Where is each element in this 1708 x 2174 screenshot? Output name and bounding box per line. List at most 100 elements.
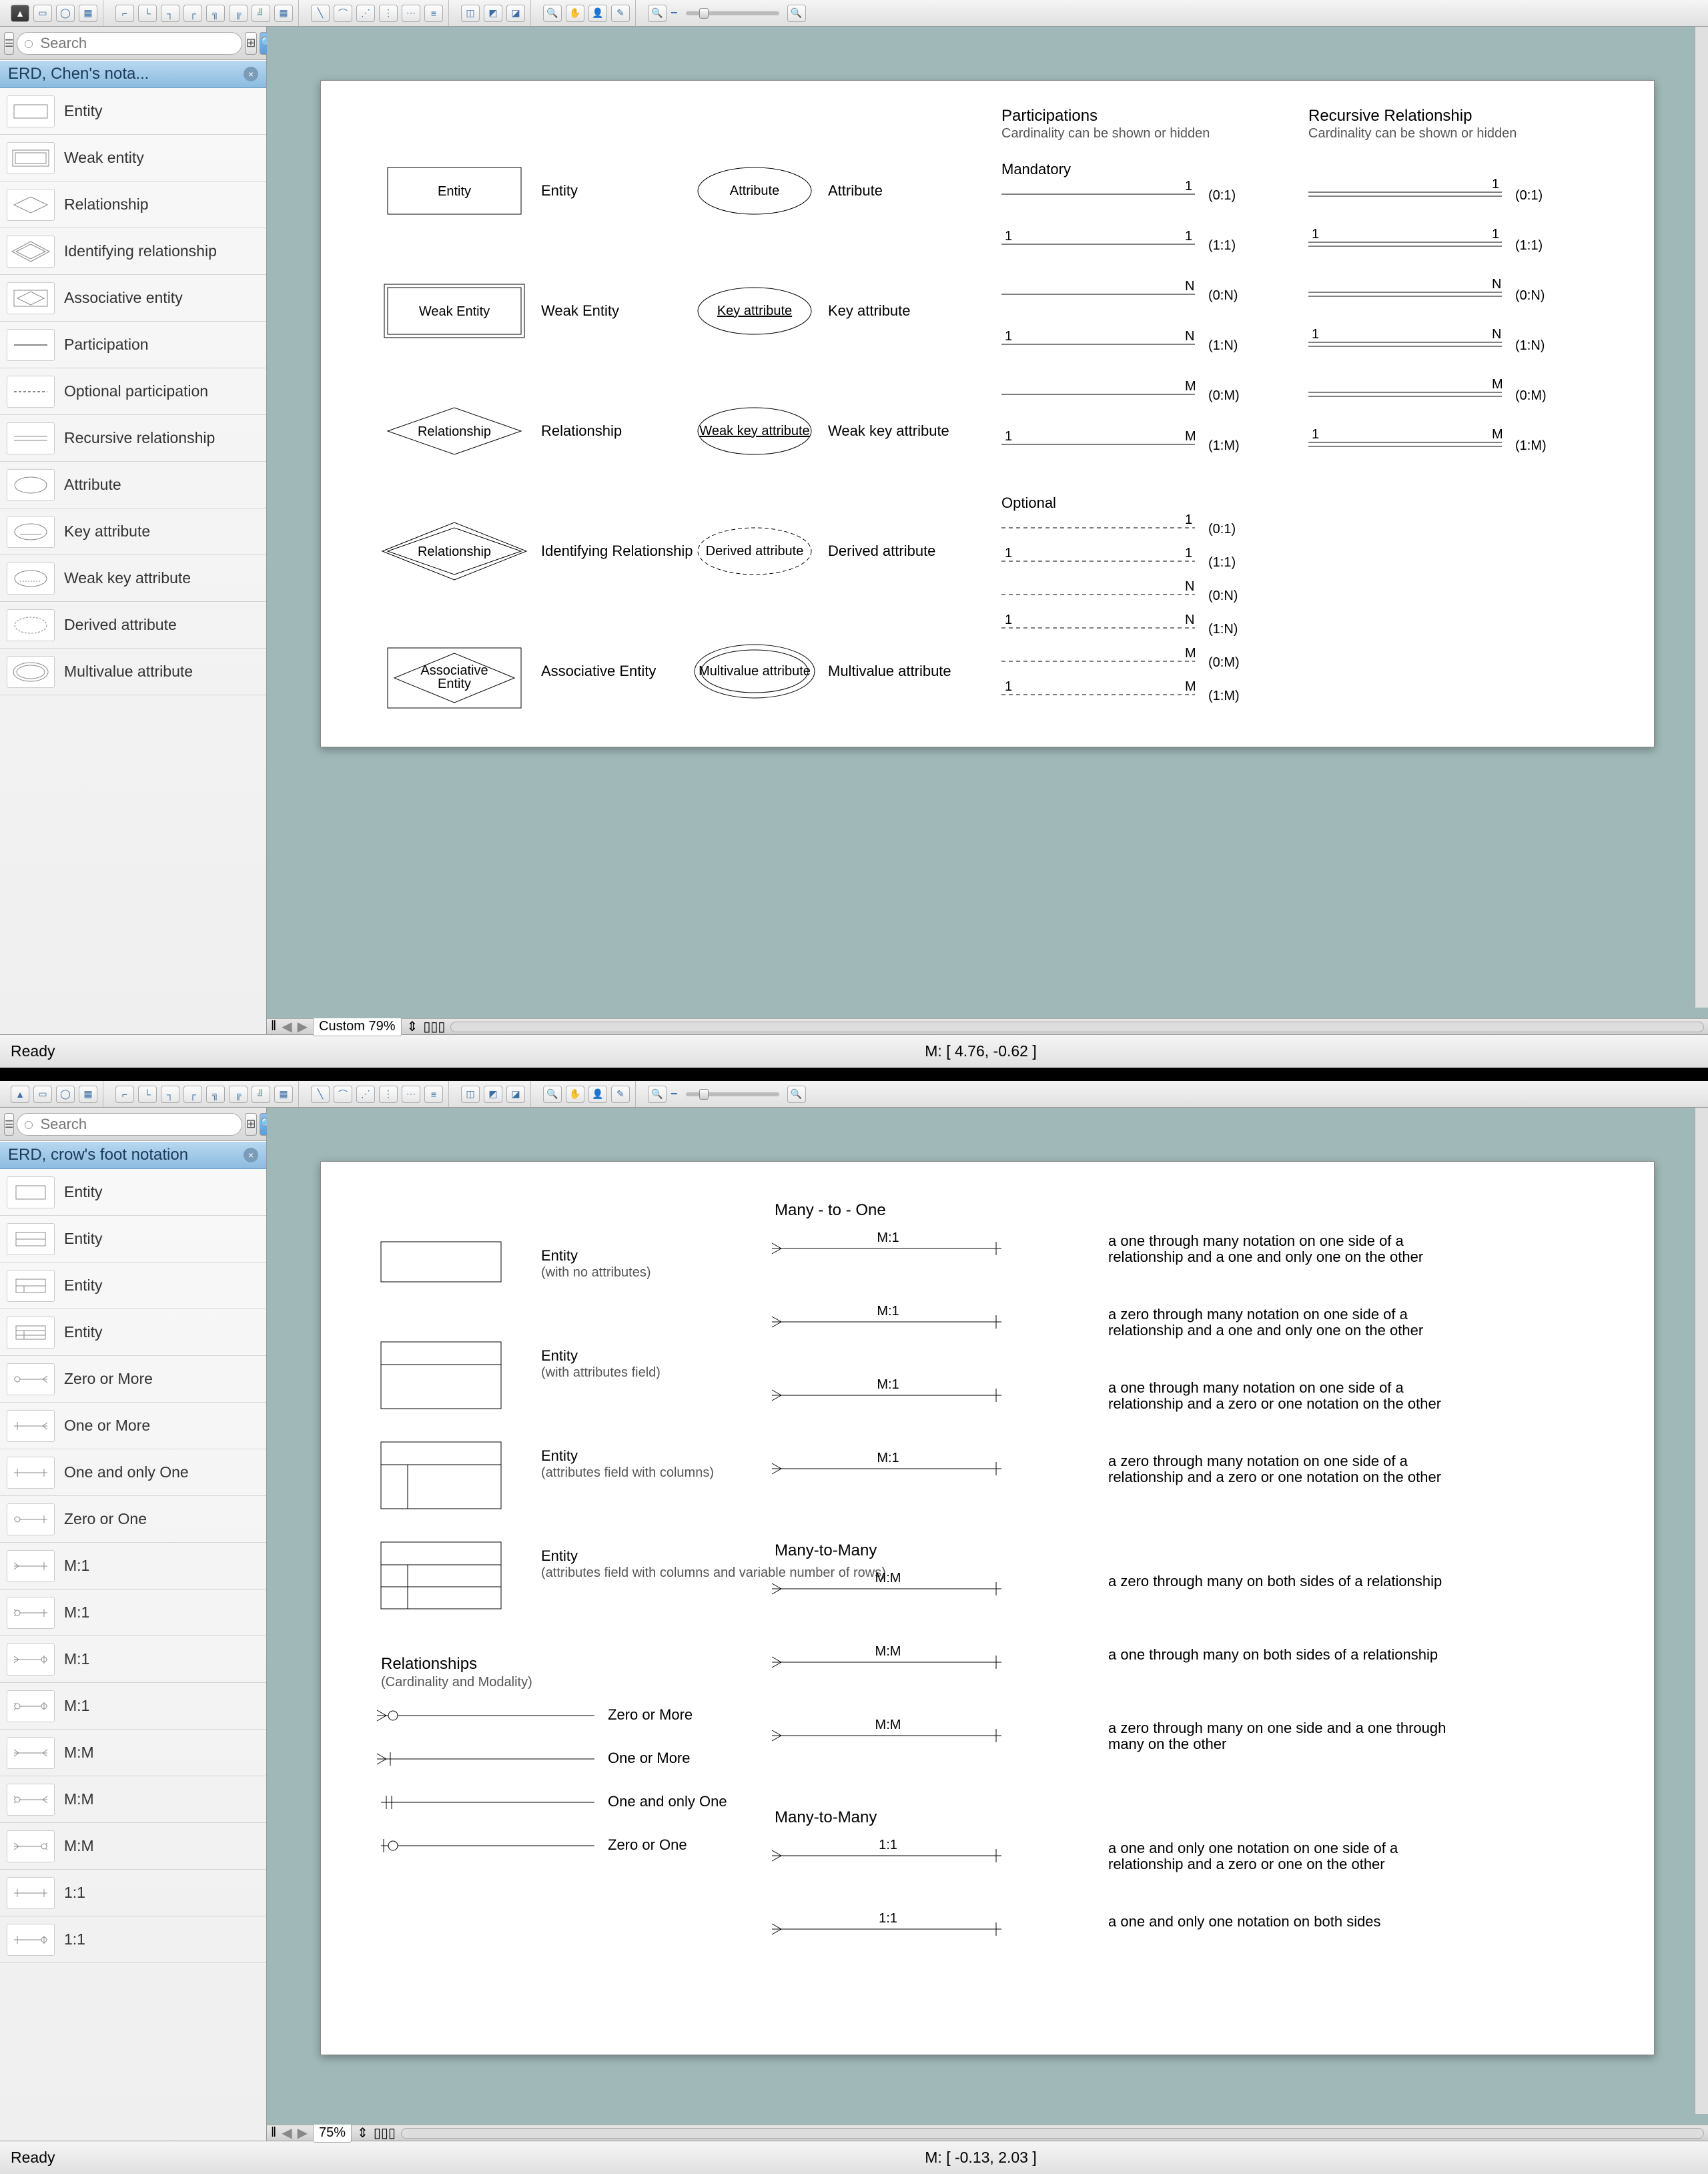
line-3[interactable]: ⋰	[356, 1086, 375, 1103]
stencil-item[interactable]: Entity	[0, 1262, 266, 1309]
stencil-item[interactable]: One and only One	[0, 1449, 266, 1496]
hand-tool[interactable]: ✋	[566, 1086, 584, 1103]
stencil-item[interactable]: M:M	[0, 1730, 266, 1776]
line-3[interactable]: ⋰	[356, 5, 375, 22]
connector-5[interactable]: ╗	[206, 1086, 225, 1103]
horizontal-scrollbar[interactable]	[450, 1022, 1704, 1032]
zoom-in[interactable]: 🔍	[787, 5, 806, 22]
vertical-scrollbar[interactable]	[1695, 27, 1708, 1008]
tree-toggle[interactable]: ☰	[4, 32, 14, 55]
group-2[interactable]: ◩	[484, 1086, 502, 1103]
stencil-item[interactable]: One or More	[0, 1403, 266, 1449]
line-2[interactable]: ⌒	[334, 5, 352, 22]
panel-header[interactable]: ERD, Chen's nota... ×	[0, 60, 266, 88]
line-1[interactable]: ╲	[311, 5, 330, 22]
table-tool[interactable]: ▦	[274, 1086, 293, 1103]
zoom-in[interactable]: 🔍	[787, 1086, 806, 1103]
panel-close-icon[interactable]: ×	[244, 1148, 258, 1162]
dropper-icon[interactable]: ✎	[611, 1086, 630, 1103]
user-icon[interactable]: 👤	[588, 1086, 607, 1103]
rect-tool[interactable]: ▭	[33, 5, 52, 22]
stencil-item[interactable]: M:1	[0, 1543, 266, 1589]
stencil-item[interactable]: Entity	[0, 1216, 266, 1262]
line-1[interactable]: ╲	[311, 1086, 330, 1103]
zoom-out[interactable]: 🔍	[648, 5, 667, 22]
hand-tool[interactable]: ✋	[566, 5, 584, 22]
connector-6[interactable]: ╔	[229, 1086, 248, 1103]
tree-toggle[interactable]: ☰	[4, 1113, 14, 1136]
connector-1[interactable]: ⌐	[115, 5, 134, 22]
line-2[interactable]: ⌒	[334, 1086, 352, 1103]
connector-5[interactable]: ╗	[206, 5, 225, 22]
search-input[interactable]	[17, 1113, 242, 1136]
canvas-page[interactable]: EntityEntityWeak EntityWeak EntityRelati…	[320, 80, 1655, 747]
connector-7[interactable]: ╝	[252, 5, 270, 22]
stencil-item[interactable]: M:M	[0, 1823, 266, 1870]
panel-header[interactable]: ERD, crow's foot notation ×	[0, 1141, 266, 1169]
connector-3[interactable]: ┐	[161, 5, 179, 22]
rect-tool[interactable]: ▭	[33, 1086, 52, 1103]
line-4[interactable]: ⋮	[379, 1086, 398, 1103]
hscroll-left[interactable]: ◀	[282, 1018, 292, 1035]
connector-7[interactable]: ╝	[252, 1086, 270, 1103]
hscroll-left[interactable]: ◀	[282, 2125, 292, 2141]
stencil-item[interactable]: Relationship	[0, 182, 266, 228]
line-6[interactable]: ≡	[424, 1086, 443, 1103]
text-tool[interactable]: ▦	[79, 5, 97, 22]
stencil-item[interactable]: M:1	[0, 1683, 266, 1730]
line-5[interactable]: ⋯	[402, 5, 420, 22]
user-icon[interactable]: 👤	[588, 5, 607, 22]
stencil-item[interactable]: Zero or One	[0, 1496, 266, 1543]
grid-view[interactable]: ⊞	[245, 32, 256, 55]
stencil-item[interactable]: Attribute	[0, 462, 266, 508]
stencil-item[interactable]: Weak entity	[0, 135, 266, 182]
stencil-item[interactable]: Zero or More	[0, 1356, 266, 1403]
connector-3[interactable]: ┐	[161, 1086, 179, 1103]
group-3[interactable]: ◪	[506, 1086, 525, 1103]
stencil-item[interactable]: Multivalue attribute	[0, 649, 266, 695]
stencil-item[interactable]: Recursive relationship	[0, 415, 266, 462]
stencil-item[interactable]: M:M	[0, 1776, 266, 1823]
stencil-item[interactable]: Associative entity	[0, 275, 266, 322]
group-3[interactable]: ◪	[506, 5, 525, 22]
stencil-item[interactable]: 1:1	[0, 1916, 266, 1963]
connector-6[interactable]: ╔	[229, 5, 248, 22]
grid-view[interactable]: ⊞	[245, 1113, 256, 1136]
table-tool[interactable]: ▦	[274, 5, 293, 22]
group-1[interactable]: ◫	[461, 5, 480, 22]
line-6[interactable]: ≡	[424, 5, 443, 22]
group-1[interactable]: ◫	[461, 1086, 480, 1103]
connector-4[interactable]: ┌	[183, 1086, 202, 1103]
hscroll-right[interactable]: ▶	[298, 2125, 308, 2141]
stencil-item[interactable]: Participation	[0, 322, 266, 368]
text-tool[interactable]: ▦	[79, 1086, 97, 1103]
connector-4[interactable]: ┌	[183, 5, 202, 22]
ellipse-tool[interactable]: ◯	[56, 5, 75, 22]
zoom-out[interactable]: 🔍	[648, 1086, 667, 1103]
stencil-item[interactable]: Identifying relationship	[0, 228, 266, 275]
group-2[interactable]: ◩	[484, 5, 502, 22]
zoom-slider[interactable]	[686, 1092, 779, 1096]
connector-2[interactable]: └	[138, 1086, 157, 1103]
stencil-item[interactable]: Entity	[0, 1169, 266, 1216]
canvas-page[interactable]: Entity(with no attributes)Entity(with at…	[320, 1161, 1655, 2055]
stencil-item[interactable]: Derived attribute	[0, 602, 266, 649]
line-4[interactable]: ⋮	[379, 5, 398, 22]
zoom-display[interactable]: Custom 79%	[313, 1017, 402, 1036]
connector-2[interactable]: └	[138, 5, 157, 22]
stencil-item[interactable]: Key attribute	[0, 508, 266, 555]
stencil-item[interactable]: Weak key attribute	[0, 555, 266, 602]
zoom-slider[interactable]	[686, 11, 779, 15]
panel-close-icon[interactable]: ×	[244, 67, 258, 81]
stencil-item[interactable]: 1:1	[0, 1870, 266, 1916]
search-input[interactable]	[17, 32, 242, 55]
zoom-icon[interactable]: 🔍	[543, 5, 562, 22]
stencil-item[interactable]: Entity	[0, 88, 266, 135]
zoom-display[interactable]: 75%	[313, 2123, 352, 2143]
line-5[interactable]: ⋯	[402, 1086, 420, 1103]
stencil-item[interactable]: M:1	[0, 1589, 266, 1636]
stencil-item[interactable]: Optional participation	[0, 368, 266, 415]
ellipse-tool[interactable]: ◯	[56, 1086, 75, 1103]
stencil-item[interactable]: M:1	[0, 1636, 266, 1683]
horizontal-scrollbar[interactable]	[401, 2128, 1704, 2139]
